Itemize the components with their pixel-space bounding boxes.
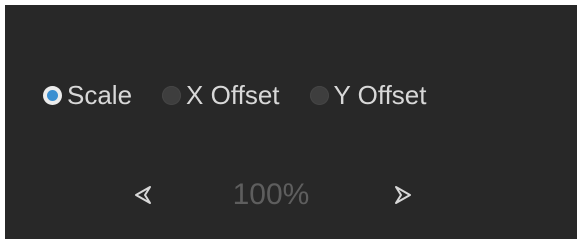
radio-scale[interactable]: Scale — [43, 79, 132, 111]
triangle-left-outline-icon — [135, 186, 151, 204]
triangle-right-outline-icon — [395, 186, 411, 204]
radio-unchecked-icon — [162, 85, 182, 105]
radio-checked-icon — [43, 85, 62, 105]
decrease-button[interactable] — [129, 181, 157, 209]
radio-x-offset[interactable]: X Offset — [162, 79, 280, 111]
radio-y-offset[interactable]: Y Offset — [309, 79, 427, 111]
scale-value: 100% — [232, 178, 310, 211]
value-stepper: 100% — [5, 175, 577, 215]
radio-label-scale: Scale — [67, 80, 133, 110]
adjust-panel: Scale X Offset Y Offset 100% — [5, 5, 577, 239]
increase-button[interactable] — [389, 181, 417, 209]
radio-unchecked-icon — [309, 85, 329, 105]
mode-radio-group: Scale X Offset Y Offset — [43, 79, 426, 111]
radio-label-x-offset: X Offset — [186, 80, 280, 110]
radio-label-y-offset: Y Offset — [333, 80, 427, 110]
